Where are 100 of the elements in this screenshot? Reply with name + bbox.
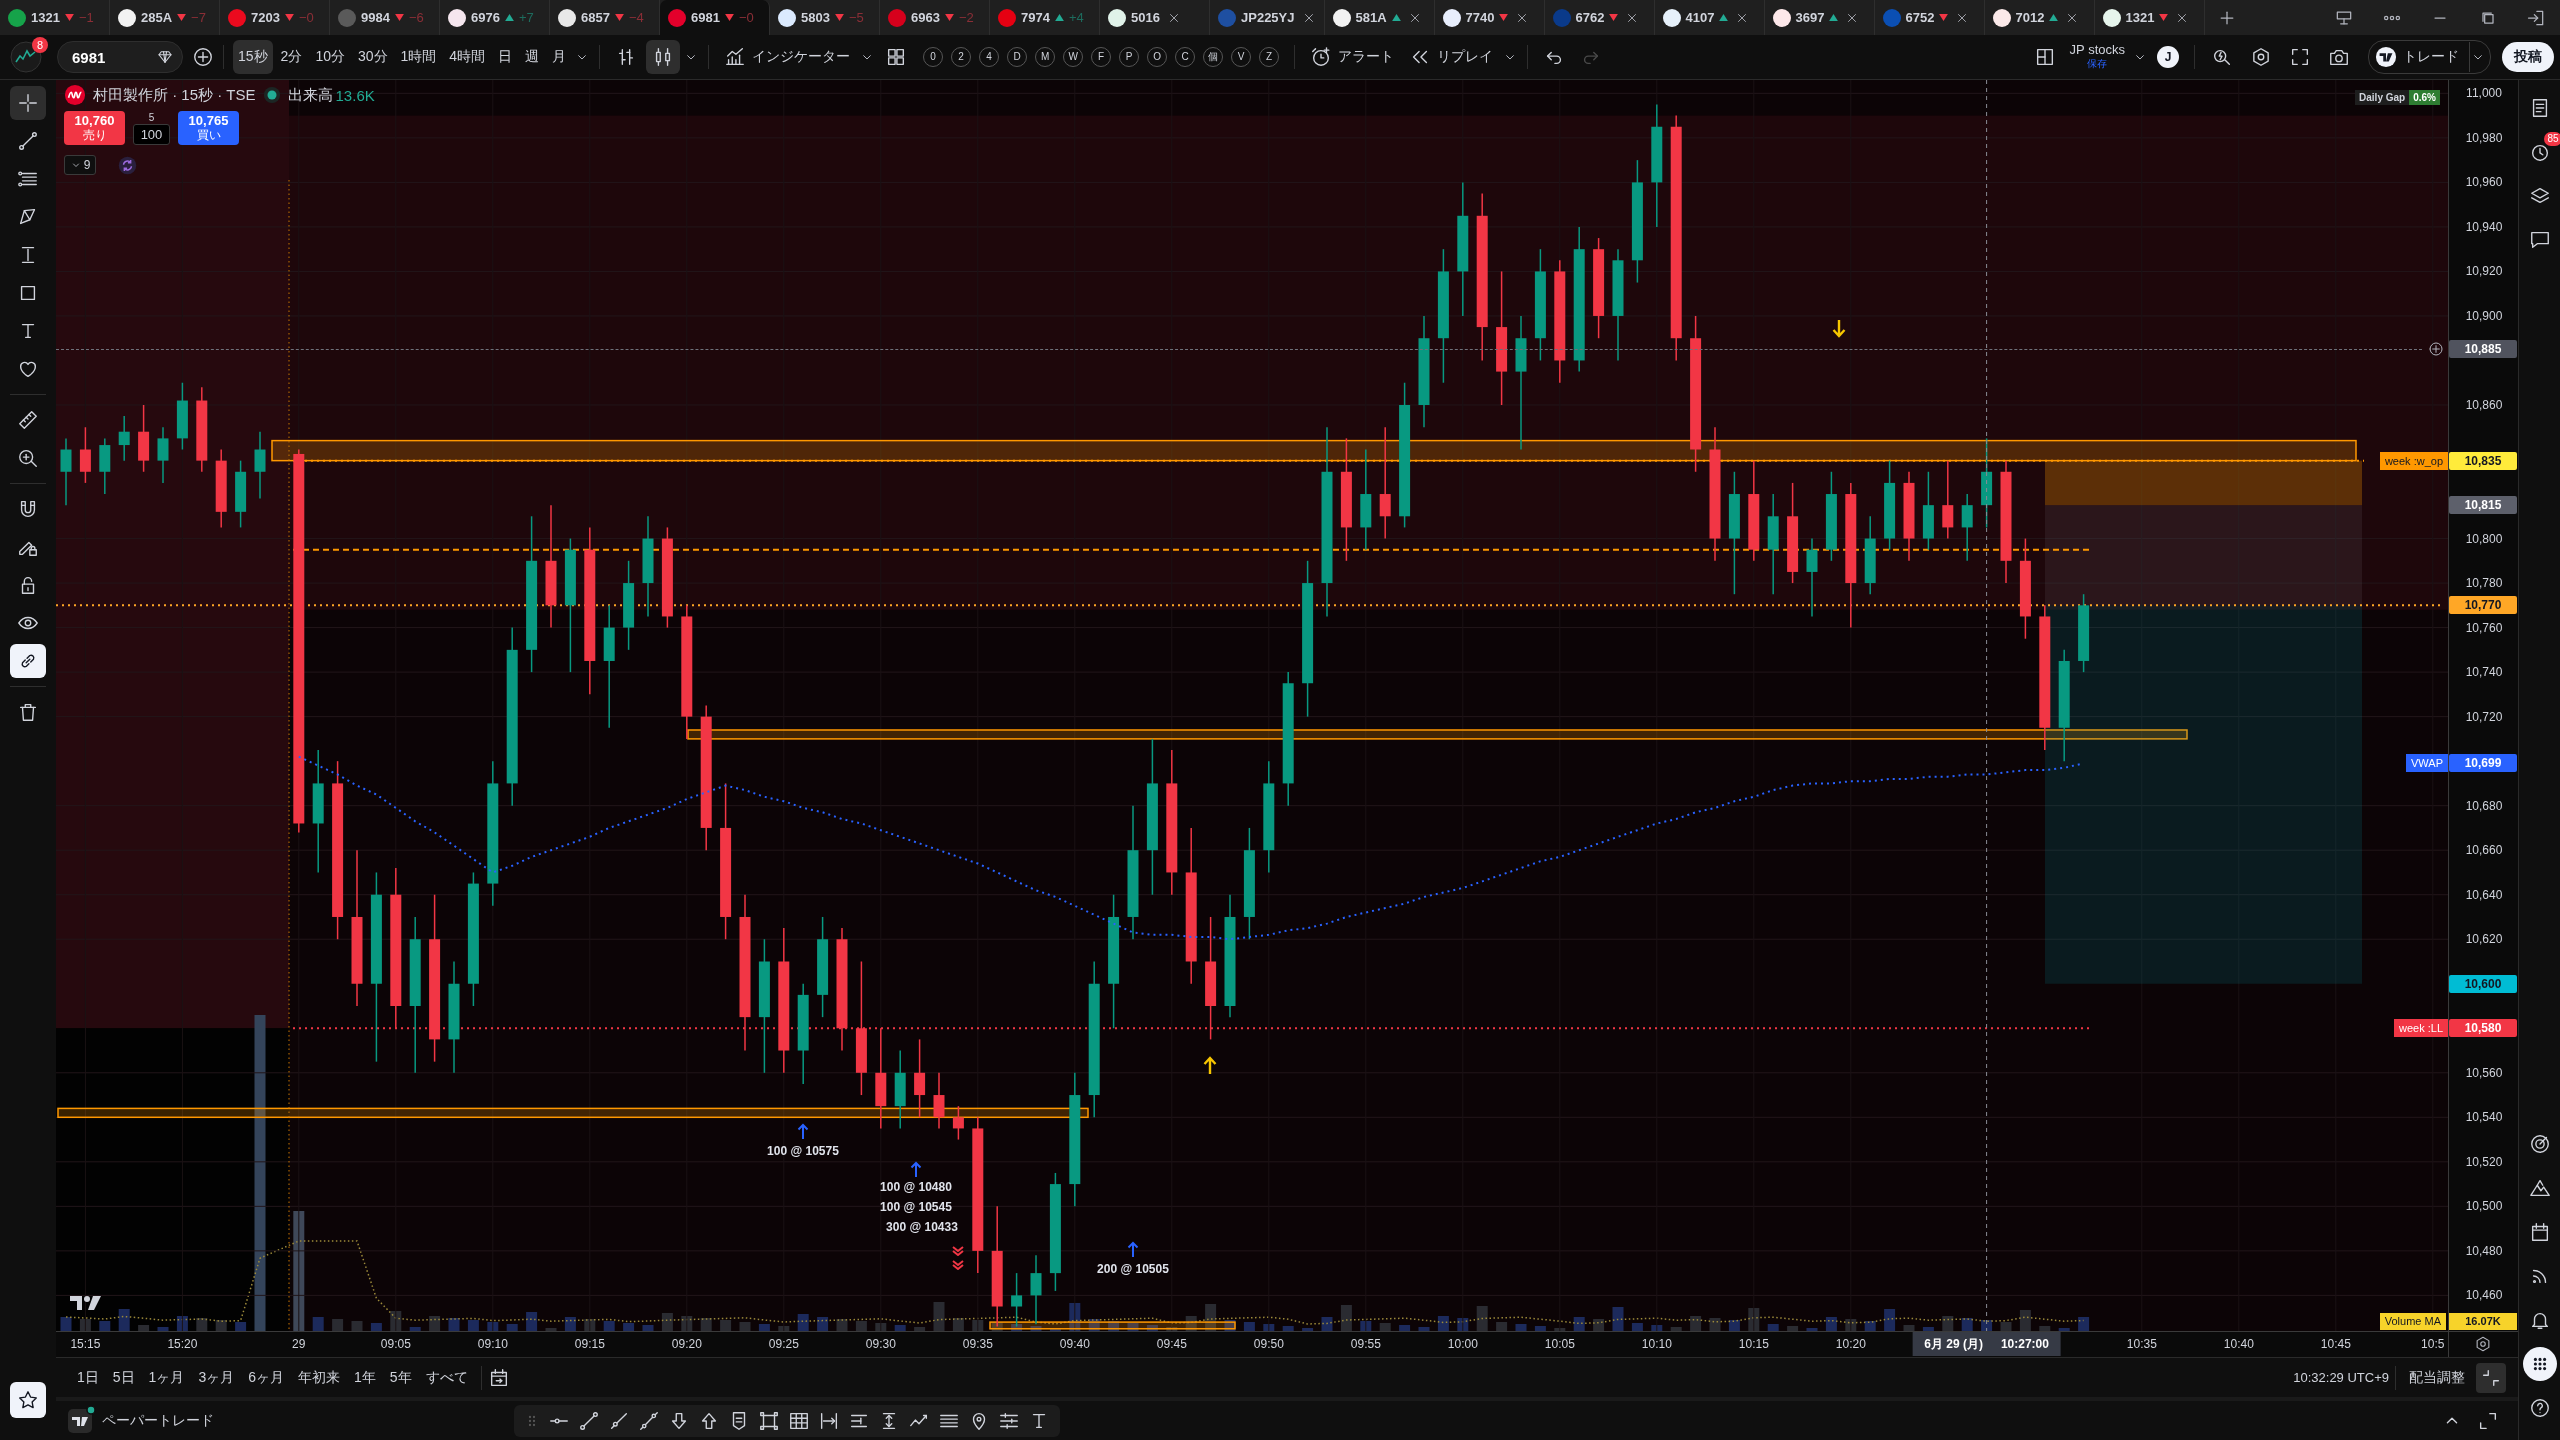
time-tick: 09:25 — [768, 1337, 799, 1351]
chat-icon — [2528, 229, 2551, 251]
tool-button[interactable] — [10, 86, 46, 120]
interval-button[interactable]: 4時間 — [444, 40, 491, 74]
interval-button[interactable]: 週 — [520, 40, 545, 74]
price-tick: 11,000 — [2466, 86, 2502, 101]
time-tick: 09:55 — [1350, 1337, 1381, 1351]
trend-line-icon — [17, 130, 39, 152]
indicator-value: 16.07K — [2449, 1313, 2517, 1330]
price-label: 10,815 — [2449, 496, 2517, 515]
time-tick: 15:20 — [167, 1337, 198, 1351]
price-tick: 10,940 — [2465, 219, 2503, 234]
symbol-tab[interactable]: 6981 −0 — [660, 0, 770, 35]
price-tick: 10,660 — [2465, 843, 2503, 858]
chart-thumbnail-icon — [10, 41, 42, 73]
price-tick: 10,500 — [2465, 1199, 2503, 1214]
symbol-search-field[interactable]: 6981 — [57, 41, 183, 73]
target-icon — [2528, 1133, 2551, 1155]
range-button[interactable]: 5日 — [105, 1363, 142, 1392]
interval-button[interactable]: 2分 — [275, 40, 308, 74]
price-tick: 10,900 — [2465, 308, 2503, 323]
time-tick: 09:40 — [1059, 1337, 1090, 1351]
price-tick: 10,960 — [2465, 175, 2503, 190]
time-tick: 10:45 — [2320, 1337, 2351, 1351]
price-tick: 10,460 — [2465, 1288, 2503, 1303]
logo-icon — [2375, 46, 2397, 68]
extended-line-icon[interactable] — [638, 1409, 660, 1432]
time-tick: 29 — [292, 1337, 306, 1351]
price-tick: 10,980 — [2465, 130, 2503, 145]
trend-line-icon[interactable] — [578, 1409, 600, 1432]
range-button[interactable]: 年初来 — [291, 1363, 347, 1392]
time-tick: 10:15 — [1738, 1337, 1769, 1351]
quick-key-button[interactable]: D — [1007, 47, 1028, 67]
toggle-button[interactable] — [10, 644, 46, 678]
price-tick: 10,760 — [2465, 620, 2503, 635]
mountains-icon — [2528, 1177, 2551, 1199]
settings-icon[interactable] — [2474, 1335, 2492, 1353]
price-tick: 10,480 — [2465, 1243, 2503, 1258]
user-avatar[interactable]: J — [2157, 46, 2179, 68]
price-tick: 10,720 — [2465, 709, 2503, 724]
crosshair-icon — [17, 92, 39, 114]
time-tick: 10:5 — [2421, 1337, 2445, 1351]
price-tick: 10,680 — [2465, 798, 2503, 813]
price-tick: 10,920 — [2465, 264, 2503, 279]
panel-title[interactable]: ペーパートレード — [102, 1411, 214, 1430]
chart-type-button[interactable] — [646, 40, 681, 74]
price-tick: 10,560 — [2465, 1065, 2503, 1080]
interval-button[interactable]: 10分 — [310, 40, 350, 74]
layout-button[interactable]: JP stocks 保存 — [2065, 43, 2129, 71]
range-button[interactable]: すべて — [418, 1363, 475, 1392]
time-tick: 09:30 — [865, 1337, 896, 1351]
interval-button[interactable]: 1時間 — [395, 40, 442, 74]
range-button[interactable]: 1年 — [347, 1363, 383, 1392]
alert-button[interactable]: アラート — [1304, 40, 1401, 74]
interval-button[interactable]: 30分 — [352, 40, 393, 74]
interval-button[interactable]: 日 — [493, 40, 518, 74]
price-tick: 10,740 — [2465, 665, 2503, 680]
range-button[interactable]: 3ヶ月 — [191, 1363, 242, 1392]
adjustment-button[interactable]: 配当調整 — [2402, 1363, 2472, 1392]
range-button[interactable]: 1日 — [70, 1363, 106, 1392]
range-button[interactable]: 1ヶ月 — [141, 1363, 192, 1392]
price-tick: 10,520 — [2465, 1154, 2503, 1169]
rectangle-icon[interactable] — [758, 1409, 780, 1432]
sidebar-button[interactable] — [2522, 1347, 2557, 1381]
clock-text: 10:32:29 UTC+9 — [2293, 1370, 2389, 1385]
time-tick: 10:20 — [1835, 1337, 1866, 1351]
price-tick: 10,860 — [2465, 398, 2503, 412]
range-button[interactable]: 5年 — [382, 1363, 419, 1392]
price-tick: 10,800 — [2465, 531, 2503, 546]
favorites-button[interactable] — [10, 1382, 46, 1418]
settings-icon[interactable] — [2250, 46, 2272, 68]
time-tick: 09:10 — [477, 1337, 508, 1351]
replay-button[interactable]: リプレイ — [1403, 40, 1500, 74]
price-label: 10,580 — [2449, 1019, 2517, 1038]
fullscreen-icon[interactable] — [2289, 46, 2311, 68]
count-badge: 85 — [2544, 132, 2560, 146]
interval-button[interactable]: 15秒 — [233, 40, 273, 74]
time-tick: 10:10 — [1641, 1337, 1672, 1351]
time-tick: 09:35 — [962, 1337, 993, 1351]
compare-icon[interactable] — [192, 46, 214, 68]
gem-icon — [156, 48, 174, 66]
sidebar-button[interactable]: 85 — [2522, 135, 2557, 169]
interval-button[interactable]: 月 — [547, 40, 572, 74]
price-tick: 10,620 — [2465, 932, 2503, 947]
crosshair-time-label: 6月 29 (月) 10:27:00 — [1912, 1332, 2061, 1356]
time-tick: 09:45 — [1156, 1337, 1187, 1351]
publish-button[interactable]: 投稿 — [2502, 42, 2554, 72]
time-tick: 10:00 — [1447, 1337, 1478, 1351]
range-button[interactable]: 6ヶ月 — [241, 1363, 291, 1392]
price-label: 10,770 — [2449, 596, 2517, 615]
trash-icon — [17, 701, 39, 723]
indicators-button[interactable]: インジケーター — [718, 40, 857, 74]
price-tick: 10,640 — [2465, 887, 2503, 902]
time-tick: 09:15 — [574, 1337, 605, 1351]
collapse-button[interactable] — [2476, 1362, 2506, 1393]
time-tick: 09:20 — [671, 1337, 702, 1351]
time-tick: 10:35 — [2126, 1337, 2157, 1351]
time-tick: 09:05 — [380, 1337, 411, 1351]
time-tick: 10:40 — [2223, 1337, 2254, 1351]
indicators-icon — [724, 46, 747, 68]
